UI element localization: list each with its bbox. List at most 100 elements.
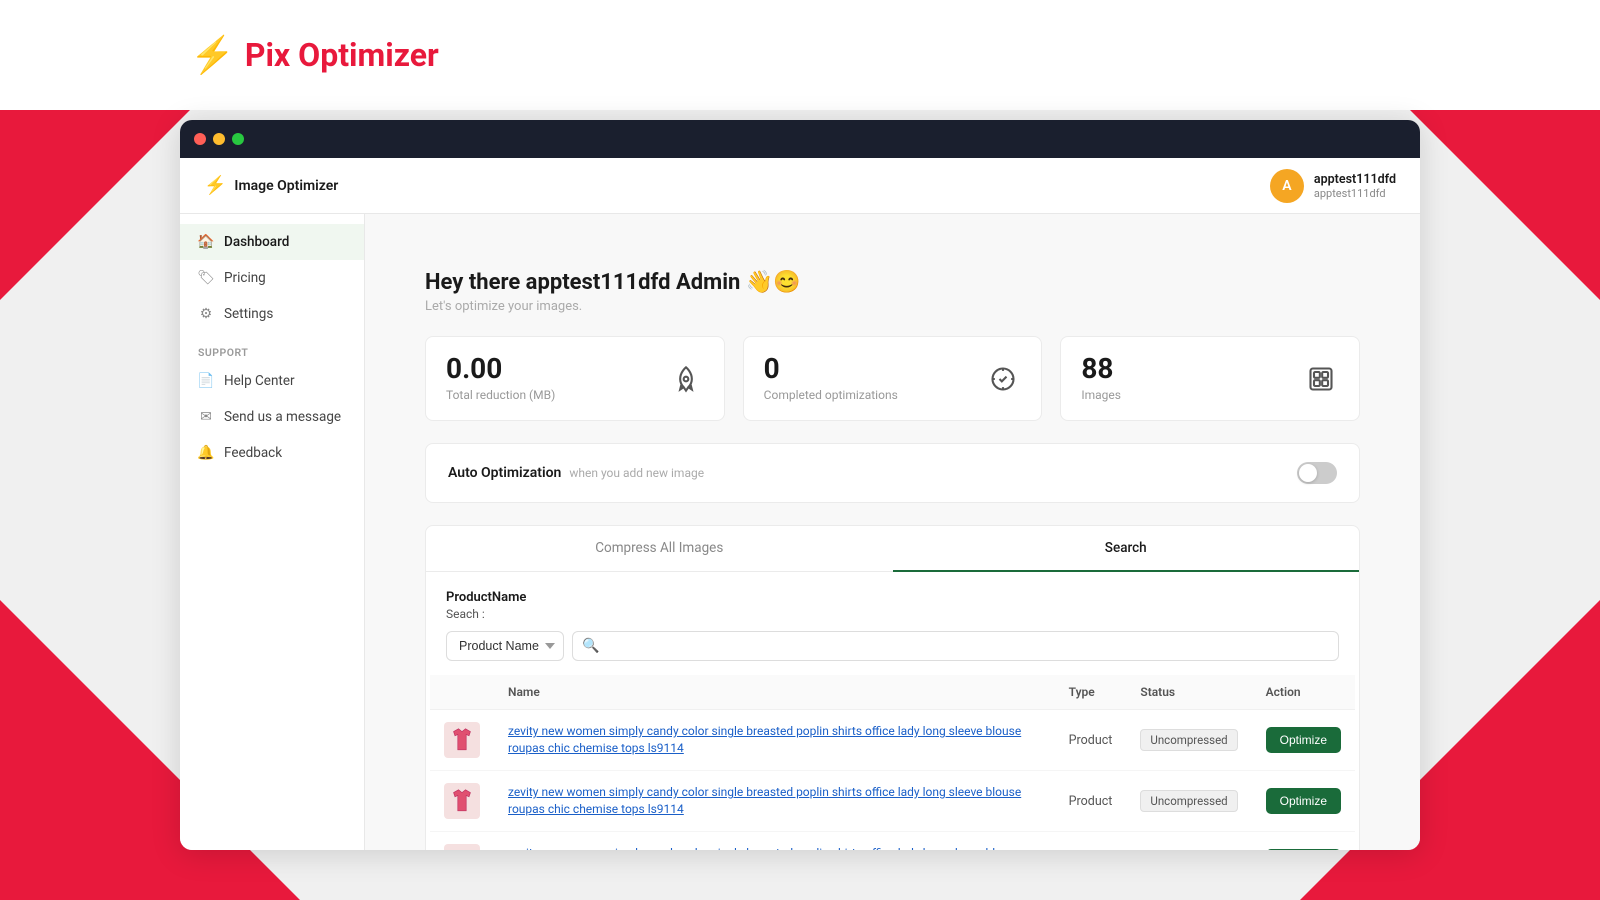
product-link-1[interactable]: zevity new women simply candy color sing… — [508, 784, 1041, 818]
sidebar-item-settings-label: Settings — [224, 306, 273, 322]
product-link-0[interactable]: zevity new women simply candy color sing… — [508, 723, 1041, 757]
stat-card-reduction: 0.00 Total reduction (MB) — [425, 336, 725, 421]
stat-info-reduction: 0.00 Total reduction (MB) — [446, 355, 555, 402]
name-cell-0: zevity new women simply candy color sing… — [508, 723, 1041, 757]
search-select[interactable]: Product Name — [446, 631, 564, 661]
col-status: Status — [1126, 675, 1251, 710]
rocket-icon — [668, 361, 704, 397]
search-section: ProductName Seach : Product Name 🔍 — [426, 572, 1359, 675]
cell-name-1: zevity new women simply candy color sing… — [494, 771, 1055, 832]
table-body: zevity new women simply candy color sing… — [430, 710, 1355, 851]
table-row: zevity new women simply candy color sing… — [430, 771, 1355, 832]
stat-value-reduction: 0.00 — [446, 355, 555, 383]
auto-opt-sublabel: when you add new image — [569, 466, 704, 480]
stat-card-images: 88 Images — [1060, 336, 1360, 421]
sidebar-nav: 🏠 Dashboard 🏷 Pricing ⚙ Settings SUPPORT… — [180, 214, 364, 850]
sidebar-item-dashboard[interactable]: 🏠 Dashboard — [180, 224, 364, 260]
cell-action-1: Optimize — [1252, 771, 1355, 832]
main-content: Hey there apptest111dfd Admin 👋😊 Let's o… — [365, 214, 1420, 850]
name-cell-2: zevity new women simply candy color sing… — [508, 845, 1041, 850]
brand-name: Pix Optimizer — [245, 36, 439, 74]
stat-label-images: Images — [1081, 388, 1121, 402]
user-name-block: apptest111dfd apptest111dfd — [1314, 172, 1396, 200]
app-header: ⚡ Image Optimizer A apptest111dfd apptes… — [180, 158, 1420, 214]
auto-opt-toggle[interactable] — [1297, 462, 1337, 484]
type-text-1: Product — [1069, 794, 1113, 809]
brand-lightning-icon: ⚡ — [190, 34, 235, 76]
header-logo-icon: ⚡ — [204, 175, 226, 196]
sidebar-item-feedback-label: Feedback — [224, 445, 282, 461]
dashboard-icon: 🏠 — [198, 234, 214, 250]
top-brand-bar: ⚡ Pix Optimizer — [0, 0, 1600, 110]
col-type: Type — [1055, 675, 1127, 710]
send-message-icon: ✉ — [198, 409, 214, 425]
sidebar-item-help-center[interactable]: 📄 Help Center — [180, 363, 364, 399]
status-badge-0: Uncompressed — [1140, 729, 1237, 751]
cell-action-0: Optimize — [1252, 710, 1355, 771]
search-input[interactable] — [572, 631, 1339, 661]
greeting-subtitle: Let's optimize your images. — [425, 299, 1360, 314]
search-row: Product Name 🔍 — [446, 631, 1339, 661]
col-action: Action — [1252, 675, 1355, 710]
user-email: apptest111dfd — [1314, 187, 1396, 200]
tab-search[interactable]: Search — [893, 526, 1360, 572]
sidebar-item-settings[interactable]: ⚙ Settings — [180, 296, 364, 332]
user-info: A apptest111dfd apptest111dfd — [1270, 169, 1396, 203]
stats-row: 0.00 Total reduction (MB) — [425, 336, 1360, 421]
stat-info-images: 88 Images — [1081, 355, 1121, 402]
close-dot[interactable] — [194, 133, 206, 145]
data-table: Name Type Status Action zevit — [430, 675, 1355, 850]
content-area: Hey there apptest111dfd Admin 👋😊 Let's o… — [397, 242, 1388, 850]
search-input-wrapper: 🔍 — [572, 631, 1339, 661]
optimize-button-0[interactable]: Optimize — [1266, 727, 1341, 753]
images-icon — [1303, 361, 1339, 397]
sidebar-item-dashboard-label: Dashboard — [224, 234, 289, 250]
optimize-button-1[interactable]: Optimize — [1266, 788, 1341, 814]
name-cell-1: zevity new women simply candy color sing… — [508, 784, 1041, 818]
table-row: zevity new women simply candy color sing… — [430, 710, 1355, 771]
col-image — [430, 675, 494, 710]
search-product-name-label: ProductName — [446, 590, 1339, 605]
search-icon: 🔍 — [582, 638, 599, 654]
feedback-icon: 🔔 — [198, 445, 214, 461]
product-image-2 — [444, 844, 480, 850]
avatar: A — [1270, 169, 1304, 203]
sidebar-item-send-label: Send us a message — [224, 409, 341, 425]
tab-compress-all[interactable]: Compress All Images — [426, 526, 893, 572]
cell-status-1: Uncompressed — [1126, 771, 1251, 832]
cell-type-1: Product — [1055, 771, 1127, 832]
header-app-title: Image Optimizer — [234, 178, 338, 194]
product-image-0 — [444, 722, 480, 758]
stat-info-completed: 0 Completed optimizations — [764, 355, 898, 402]
product-image-1 — [444, 783, 480, 819]
user-display-name: apptest111dfd — [1314, 172, 1396, 187]
stat-label-completed: Completed optimizations — [764, 388, 898, 402]
greeting-title: Hey there apptest111dfd Admin 👋😊 — [425, 270, 1360, 295]
cell-name-2: zevity new women simply candy color sing… — [494, 832, 1055, 851]
table-header-row: Name Type Status Action — [430, 675, 1355, 710]
cell-type-0: Product — [1055, 710, 1127, 771]
maximize-dot[interactable] — [232, 133, 244, 145]
cell-image-2 — [430, 832, 494, 851]
sidebar-item-pricing-label: Pricing — [224, 270, 266, 286]
cell-image-1 — [430, 771, 494, 832]
sidebar: 🏠 Dashboard 🏷 Pricing ⚙ Settings SUPPORT… — [180, 214, 365, 850]
search-sublabel: Seach : — [446, 607, 1339, 621]
cell-image-0 — [430, 710, 494, 771]
sidebar-item-send-message[interactable]: ✉ Send us a message — [180, 399, 364, 435]
help-center-icon: 📄 — [198, 373, 214, 389]
product-link-2[interactable]: zevity new women simply candy color sing… — [508, 845, 1041, 850]
sidebar-item-feedback[interactable]: 🔔 Feedback — [180, 435, 364, 471]
optimize-button-2[interactable]: Optimize — [1266, 849, 1341, 850]
cell-type-2: Product — [1055, 832, 1127, 851]
header-sidebar-logo: ⚡ Image Optimizer — [204, 158, 389, 214]
pricing-icon: 🏷 — [198, 270, 214, 286]
stat-value-completed: 0 — [764, 355, 898, 383]
col-name: Name — [494, 675, 1055, 710]
sidebar-item-pricing[interactable]: 🏷 Pricing — [180, 260, 364, 296]
minimize-dot[interactable] — [213, 133, 225, 145]
sidebar-item-help-label: Help Center — [224, 373, 295, 389]
optimize-check-icon — [985, 361, 1021, 397]
tabs-container: Compress All Images Search ProductName S… — [425, 525, 1360, 850]
table-row: zevity new women simply candy color sing… — [430, 832, 1355, 851]
